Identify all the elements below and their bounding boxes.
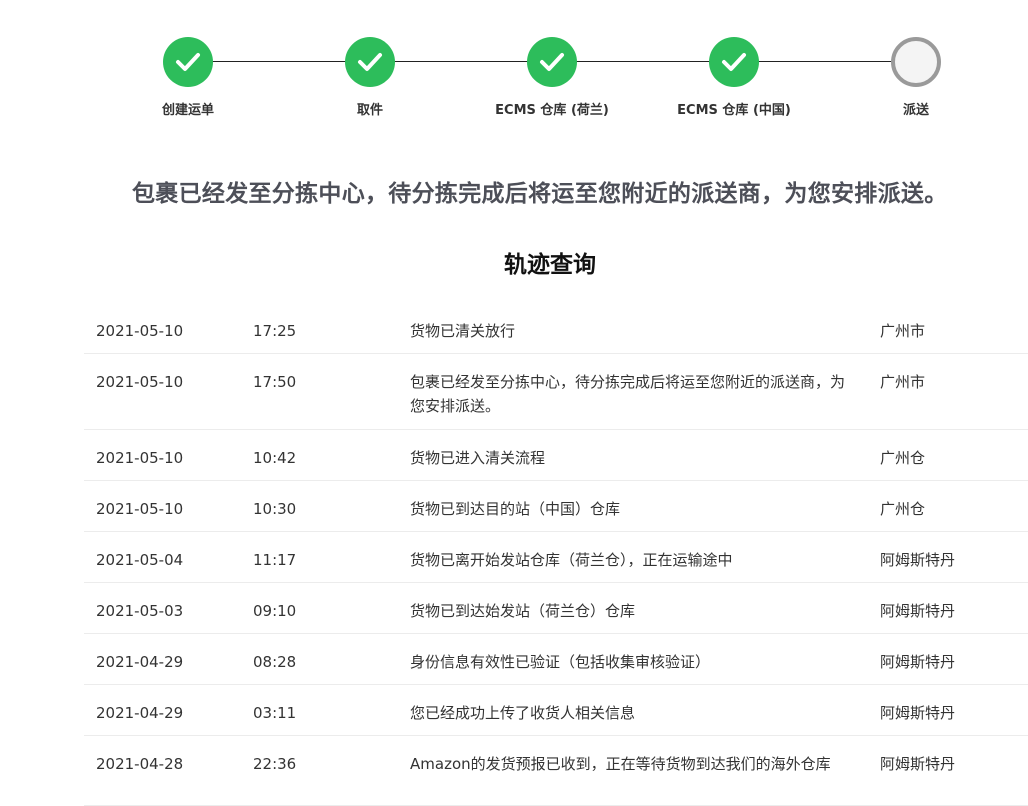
tracking-description: 您已经成功上传了收货人相关信息 — [410, 704, 636, 722]
tracking-time: 03:11 — [253, 704, 297, 722]
step-label: 创建运单 — [161, 103, 214, 118]
step-label: 派送 — [902, 103, 929, 118]
checkmark-icon — [358, 53, 382, 71]
tracking-location: 广州市 — [880, 373, 926, 391]
step-label: ECMS 仓库 (中国) — [677, 103, 791, 118]
tracking-date: 2021-05-04 — [96, 551, 184, 569]
tracking-row: 2021-05-10 17:25 货物已清关放行 广州市 — [84, 303, 1028, 354]
tracking-row: 2021-05-04 11:17 货物已离开始发站仓库（荷兰仓），正在运输途中 阿姆斯… — [84, 532, 1028, 583]
step-complete-icon — [709, 37, 759, 87]
tracking-row: 2021-05-03 09:10 货物已到达始发站（荷兰仓）仓库 阿姆斯特丹 — [84, 583, 1028, 634]
tracking-location: 阿姆斯特丹 — [880, 602, 956, 620]
status-headline: 包裹已经发至分拣中心，待分拣完成后将运至您附近的派送商，为您安排派送。 — [132, 181, 948, 207]
tracking-time: 17:25 — [253, 322, 297, 340]
step-label: ECMS 仓库 (荷兰) — [495, 103, 609, 118]
tracking-list: 2021-05-10 17:25 货物已清关放行 广州市 2021-05-10 17:50… — [84, 303, 1028, 806]
tracking-description: 包裹已经发至分拣中心，待分拣完成后将运至您附近的派送商，为您安排派送。 — [410, 373, 846, 415]
tracking-time: 10:42 — [253, 449, 297, 467]
tracking-row: 2021-05-10 17:50 包裹已经发至分拣中心，待分拣完成后将运至您附近的派… — [84, 354, 1028, 430]
tracking-date: 2021-04-29 — [96, 653, 184, 671]
tracking-row: 2021-04-29 03:11 您已经成功上传了收货人相关信息 阿姆斯特丹 — [84, 685, 1028, 736]
checkmark-icon — [540, 53, 564, 71]
step-label: 取件 — [356, 103, 383, 118]
tracking-date: 2021-05-03 — [96, 602, 184, 620]
tracking-time: 09:10 — [253, 602, 297, 620]
tracking-date: 2021-05-10 — [96, 449, 184, 467]
checkmark-icon — [176, 53, 200, 71]
tracking-time: 10:30 — [253, 500, 297, 518]
tracking-description: Amazon的发货预报已收到，正在等待货物到达我们的海外仓库 — [410, 755, 831, 773]
tracking-location: 阿姆斯特丹 — [880, 551, 956, 569]
tracking-title: 轨迹查询 — [504, 252, 596, 278]
shipment-progress-stepper: 创建运单 取件 ECMS 仓库 (荷兰) ECMS 仓库 (中国) 派送 — [0, 0, 1028, 130]
step-pending-icon — [891, 37, 941, 87]
tracking-date: 2021-05-10 — [96, 322, 184, 340]
checkmark-icon — [722, 53, 746, 71]
tracking-location: 广州市 — [880, 322, 926, 340]
tracking-description: 身份信息有效性已验证（包括收集审核验证） — [410, 653, 711, 671]
tracking-date: 2021-05-10 — [96, 500, 184, 518]
tracking-time: 11:17 — [253, 551, 297, 569]
tracking-time: 08:28 — [253, 653, 297, 671]
step-4: ECMS 仓库 (中国) — [654, 37, 814, 118]
step-complete-icon — [163, 37, 213, 87]
tracking-row: 2021-05-10 10:42 货物已进入清关流程 广州仓 — [84, 430, 1028, 481]
tracking-row: 2021-05-10 10:30 货物已到达目的站（中国）仓库 广州仓 — [84, 481, 1028, 532]
tracking-description: 货物已到达目的站（中国）仓库 — [410, 500, 621, 518]
step-3: ECMS 仓库 (荷兰) — [472, 37, 632, 118]
step-1: 创建运单 — [108, 37, 268, 118]
step-5: 派送 — [836, 37, 996, 118]
tracking-description: 货物已离开始发站仓库（荷兰仓），正在运输途中 — [410, 551, 733, 569]
tracking-location: 阿姆斯特丹 — [880, 755, 956, 773]
tracking-date: 2021-04-29 — [96, 704, 184, 722]
tracking-description: 货物已进入清关流程 — [410, 449, 546, 467]
step-2: 取件 — [290, 37, 450, 118]
tracking-location: 阿姆斯特丹 — [880, 704, 956, 722]
tracking-location: 广州仓 — [880, 500, 926, 518]
tracking-date: 2021-05-10 — [96, 373, 184, 391]
tracking-row: 2021-04-28 22:36 Amazon的发货预报已收到，正在等待货物到达我们… — [84, 736, 1028, 806]
tracking-description: 货物已清关放行 — [410, 322, 516, 340]
tracking-time: 22:36 — [253, 755, 297, 773]
tracking-date: 2021-04-28 — [96, 755, 184, 773]
tracking-time: 17:50 — [253, 373, 297, 391]
tracking-location: 广州仓 — [880, 449, 926, 467]
tracking-location: 阿姆斯特丹 — [880, 653, 956, 671]
step-complete-icon — [345, 37, 395, 87]
tracking-row: 2021-04-29 08:28 身份信息有效性已验证（包括收集审核验证） 阿姆斯特丹 — [84, 634, 1028, 685]
tracking-description: 货物已到达始发站（荷兰仓）仓库 — [410, 602, 636, 620]
step-complete-icon — [527, 37, 577, 87]
